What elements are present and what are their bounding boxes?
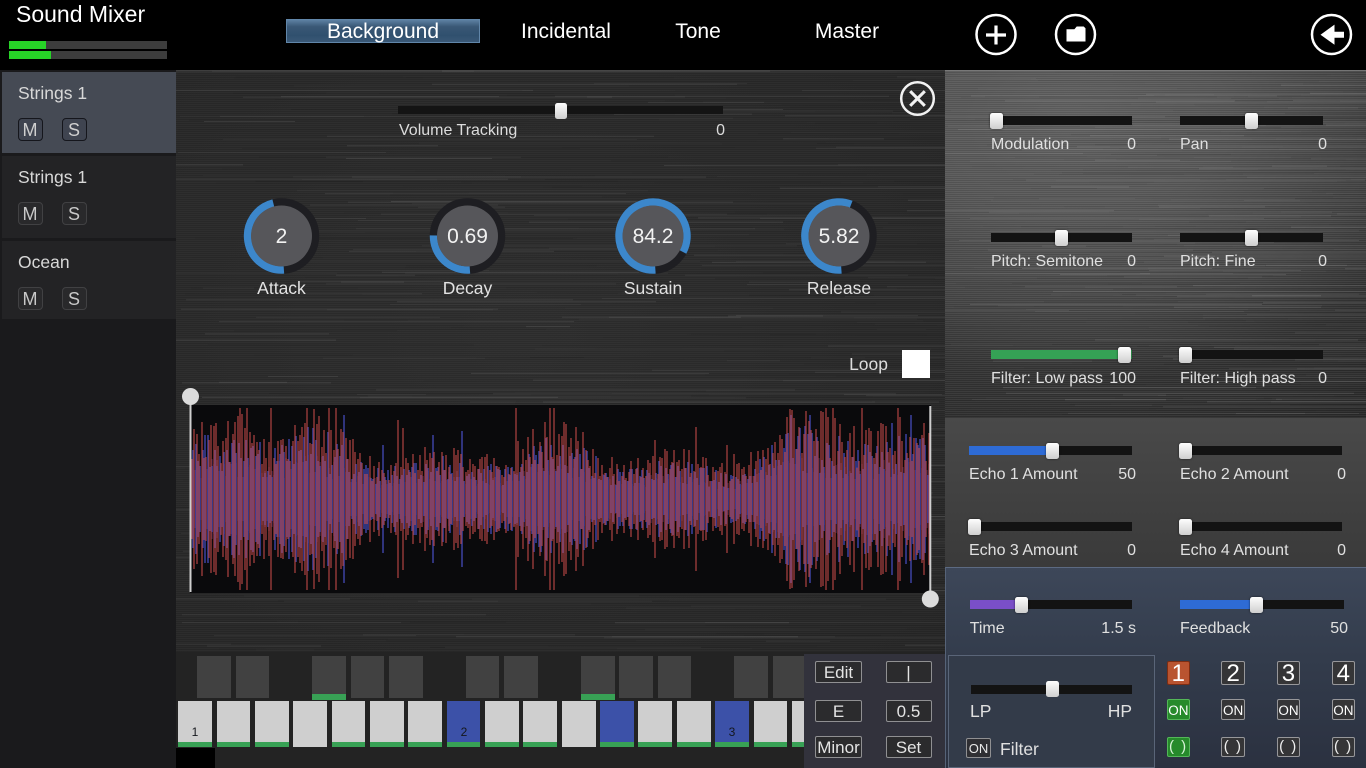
svg-text:Sustain: Sustain [624, 278, 682, 298]
svg-text:0.69: 0.69 [447, 225, 488, 248]
svg-text:2: 2 [276, 225, 288, 248]
svg-text:84.2: 84.2 [633, 225, 674, 248]
svg-text:Release: Release [807, 278, 871, 298]
svg-text:5.82: 5.82 [819, 225, 860, 248]
svg-text:Decay: Decay [443, 278, 493, 298]
svg-text:Attack: Attack [257, 278, 306, 298]
